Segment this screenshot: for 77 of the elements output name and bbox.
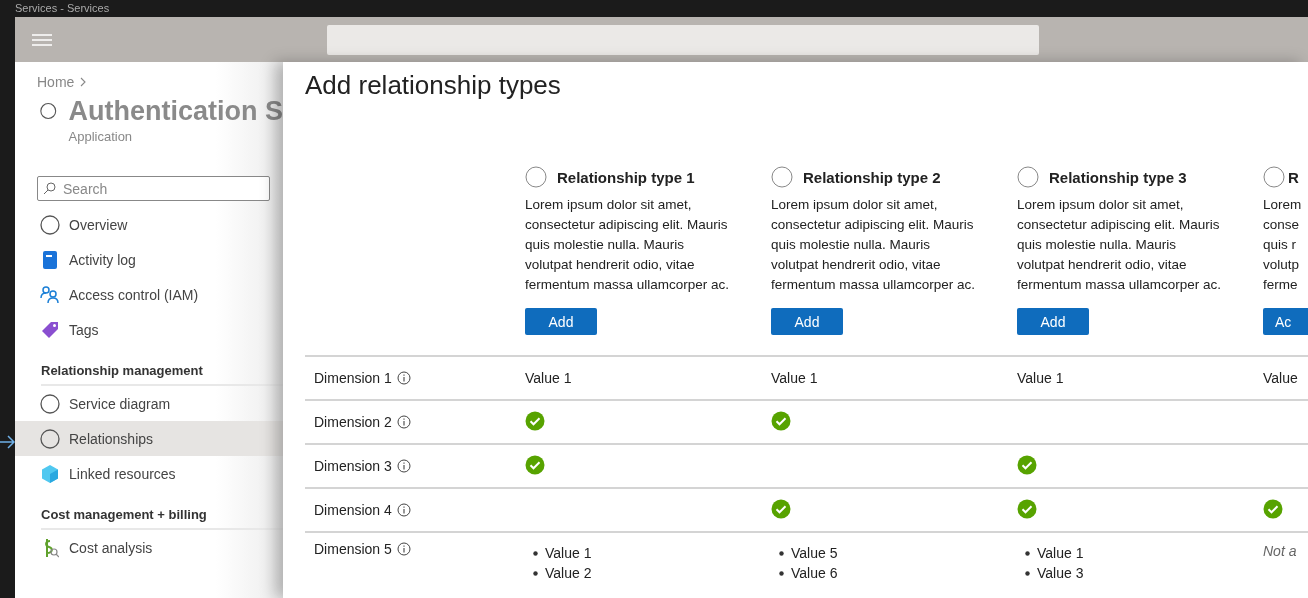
- list-value: Value 1: [1037, 544, 1084, 563]
- nav-item[interactable]: Linked resources: [15, 456, 283, 491]
- section-heading: Cost management + billing: [41, 507, 283, 530]
- info-icon: [396, 542, 411, 556]
- book-icon: [42, 250, 58, 269]
- radio-circle-icon: [1263, 166, 1285, 188]
- breadcrumb-link[interactable]: Home: [37, 74, 75, 90]
- cell-value: Value 1: [525, 370, 572, 386]
- resource-name: Authentication S: [68, 96, 283, 127]
- circle-icon: [40, 214, 60, 235]
- list-value: Value 6: [791, 564, 838, 583]
- list-value: Value 1: [545, 544, 592, 563]
- nav-item[interactable]: Relationships: [15, 421, 283, 456]
- type-description: Lorem ipsum dolor sit amet, consectetur adipiscing elit. Mauris quis molestie nulla. Mauris volutpat hendrerit odio, vitae fermentum massa ullamcorper ac.: [525, 196, 731, 294]
- nav-item[interactable]: Tags: [15, 312, 283, 347]
- cube-icon: [42, 464, 58, 483]
- list-value: Value 3: [1037, 564, 1084, 583]
- add-button[interactable]: Ac: [1263, 308, 1308, 335]
- bullet-icon: [533, 570, 538, 576]
- add-button[interactable]: Add: [1017, 308, 1089, 335]
- type-radio[interactable]: Relationship type 3: [1017, 166, 1251, 188]
- resource-type: Application: [68, 129, 134, 144]
- circle-icon: [40, 393, 60, 414]
- panel-title: Add relationship types: [305, 70, 562, 101]
- arrow-icon: [0, 435, 15, 449]
- list-value: Value 5: [791, 544, 838, 563]
- type-radio[interactable]: Relationship type 1: [525, 166, 759, 188]
- nav-item[interactable]: Service diagram: [15, 386, 283, 421]
- radio-circle-icon: [771, 166, 793, 188]
- check-icon: [771, 498, 791, 519]
- check-icon: [1017, 498, 1037, 519]
- info-icon: [396, 415, 411, 429]
- radio-circle-icon: [1017, 166, 1039, 188]
- check-icon: [525, 410, 545, 431]
- nav-item[interactable]: Activity log: [15, 242, 283, 277]
- info-icon: [396, 503, 411, 517]
- check-icon: [1017, 454, 1037, 475]
- people-icon: [40, 285, 60, 304]
- dimension-label: Dimension 5: [314, 541, 392, 557]
- add-button[interactable]: Add: [525, 308, 597, 335]
- type-description: Lorem ipsum dolor sit amet, consectetur adipiscing elit. Mauris quis molestie nulla. Mauris volutpat hendrerit odio, vitae fermentum massa ullamcorper ac.: [1017, 196, 1223, 294]
- bullet-icon: [1025, 550, 1030, 556]
- bullet-icon: [533, 550, 538, 556]
- bullet-icon: [779, 550, 784, 556]
- type-radio[interactable]: Relationship type 2: [771, 166, 1005, 188]
- check-icon: [525, 454, 545, 475]
- info-icon: [396, 371, 411, 385]
- cell-value: Value 1: [771, 370, 818, 386]
- add-button[interactable]: Add: [771, 308, 843, 335]
- dimension-label: Dimension 2: [314, 414, 392, 430]
- type-description: Lorem conse quis r volutp ferme: [1263, 196, 1303, 294]
- dimension-label: Dimension 3: [314, 458, 392, 474]
- dimension-label: Dimension 4: [314, 502, 392, 518]
- type-description: Lorem ipsum dolor sit amet, consectetur adipiscing elit. Mauris quis molestie nulla. Mauris volutpat hendrerit odio, vitae fermentum massa ullamcorper ac.: [771, 196, 977, 294]
- cell-value: Value: [1263, 370, 1298, 386]
- nav-item[interactable]: Access control (IAM): [15, 277, 283, 312]
- not-applicable-note: Not a: [1263, 543, 1297, 559]
- search-icon: [43, 182, 56, 195]
- bullet-icon: [1025, 570, 1030, 576]
- cell-value: Value 1: [1017, 370, 1064, 386]
- chevron-right-icon: [80, 77, 87, 87]
- check-icon: [771, 410, 791, 431]
- list-value: Value 2: [545, 564, 592, 583]
- info-icon: [396, 459, 411, 473]
- radio-circle-icon: [525, 166, 547, 188]
- dimension-label: Dimension 1: [314, 370, 392, 386]
- search-field[interactable]: [327, 24, 1039, 55]
- section-heading: Relationship management: [41, 363, 283, 386]
- menu-icon[interactable]: [32, 32, 52, 47]
- nav-item[interactable]: Overview: [15, 207, 283, 242]
- tag-icon: [41, 320, 59, 339]
- bullet-icon: [779, 570, 784, 576]
- nav-item[interactable]: Cost analysis: [15, 530, 283, 565]
- search-field[interactable]: Search: [37, 176, 270, 201]
- circle-icon: [40, 428, 60, 449]
- check-icon: [1263, 498, 1283, 519]
- type-radio[interactable]: R: [1263, 166, 1308, 188]
